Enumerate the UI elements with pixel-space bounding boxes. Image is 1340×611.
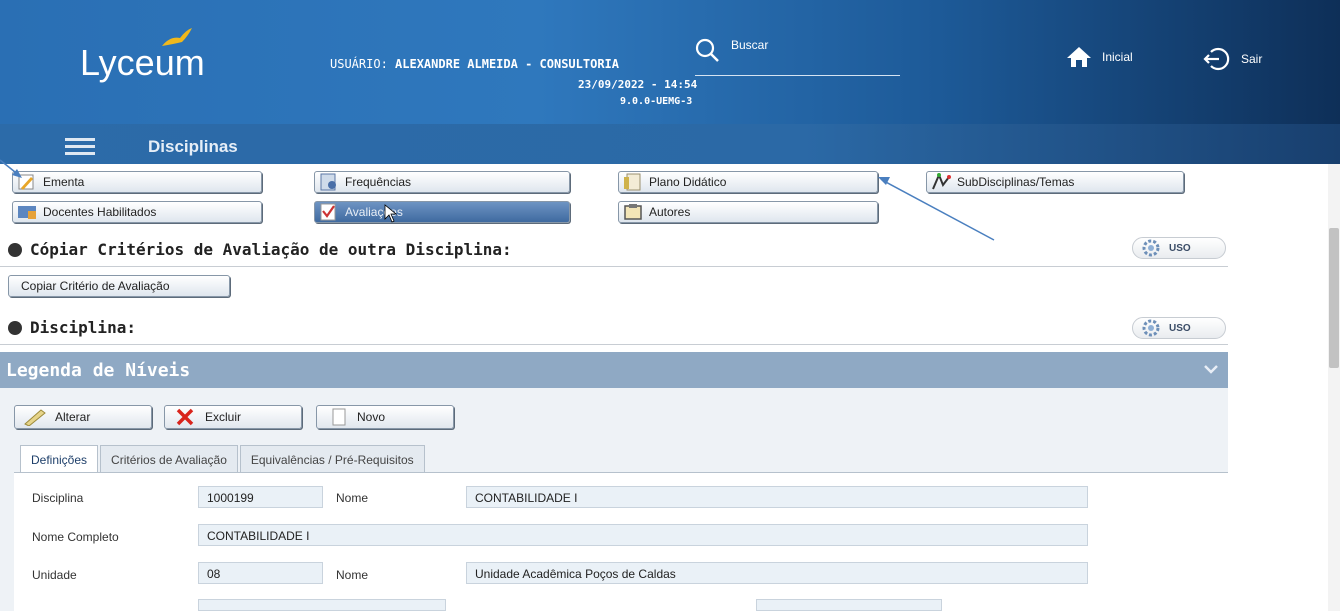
plano-didatico-button[interactable]: Plano Didático	[618, 171, 878, 193]
page-title: Disciplinas	[148, 137, 238, 156]
unidade-field[interactable]: 08	[198, 562, 323, 584]
frequencias-button[interactable]: Frequências	[314, 171, 570, 193]
tab-bar: Definições Critérios de Avaliação Equiva…	[20, 445, 427, 473]
gear-icon	[1142, 319, 1160, 337]
nome-completo-label: Nome Completo	[32, 530, 119, 544]
plan-document-icon	[624, 173, 641, 191]
user-name: ALEXANDRE ALMEIDA - CONSULTORIA	[395, 57, 619, 71]
divider	[0, 344, 1228, 345]
home-icon	[1067, 47, 1091, 67]
section-bullet-icon	[8, 320, 22, 335]
session-datetime: 23/09/2022 - 14:54	[578, 78, 698, 91]
app-header: Lyceum USUÁRIO: ALEXANDRE ALMEIDA - CONS…	[0, 0, 1340, 124]
next-row-field[interactable]	[756, 599, 942, 611]
subdisciplinas-button[interactable]: SubDisciplinas/Temas	[926, 171, 1184, 193]
copiar-criterio-button[interactable]: Copiar Critério de Avaliação	[8, 275, 230, 297]
section-bullet-icon	[8, 242, 22, 257]
tab-equivalencias[interactable]: Equivalências / Pré-Requisitos	[239, 445, 425, 473]
frequencias-label: Frequências	[345, 175, 412, 189]
alterar-button[interactable]: Alterar	[14, 405, 152, 429]
uso-toggle-copiar[interactable]: USO	[1132, 237, 1226, 259]
subdisciplines-icon	[932, 173, 951, 190]
excluir-button[interactable]: Excluir	[164, 405, 302, 429]
uso-label: USO	[1169, 242, 1191, 254]
search-label[interactable]: Buscar	[731, 38, 768, 52]
ementa-button[interactable]: Ementa	[12, 171, 262, 193]
copiar-section-title: Cópiar Critérios de Avaliação de outra D…	[30, 240, 512, 259]
avaliacoes-button[interactable]: Avaliações	[314, 201, 570, 223]
search-box[interactable]: Buscar	[695, 36, 900, 76]
nome-completo-field[interactable]: CONTABILIDADE I	[198, 524, 1088, 546]
gear-icon	[1142, 239, 1160, 257]
divider	[0, 266, 1228, 267]
docentes-label: Docentes Habilitados	[43, 205, 157, 219]
nome-label: Nome	[336, 491, 369, 505]
scrollbar-thumb[interactable]	[1329, 228, 1339, 368]
exit-label[interactable]: Sair	[1241, 52, 1262, 66]
avaliacoes-label: Avaliações	[345, 205, 403, 219]
app-version: 9.0.0-UEMG-3	[620, 96, 693, 107]
chevron-down-icon[interactable]	[1204, 364, 1218, 374]
evaluation-icon	[320, 203, 336, 221]
disciplina-label: Disciplina	[32, 491, 84, 505]
novo-button[interactable]: Novo	[316, 405, 454, 429]
novo-label: Novo	[357, 410, 386, 424]
home-label[interactable]: Inicial	[1102, 50, 1133, 64]
search-icon[interactable]	[695, 38, 719, 62]
disciplina-field[interactable]: 1000199	[198, 486, 323, 508]
unidade-label: Unidade	[32, 568, 77, 582]
legenda-panel-header[interactable]: Legenda de Níveis	[0, 352, 1228, 388]
legenda-title: Legenda de Níveis	[6, 360, 191, 381]
attendance-icon	[320, 173, 336, 191]
nome-unidade-label: Nome	[336, 568, 369, 582]
plano-didatico-label: Plano Didático	[649, 175, 727, 189]
pencil-icon	[18, 174, 34, 190]
subdisciplinas-label: SubDisciplinas/Temas	[957, 175, 1075, 189]
bird-logo-icon	[162, 28, 192, 46]
lyceum-logo[interactable]: Lyceum	[80, 42, 205, 84]
delete-icon	[176, 408, 194, 426]
copiar-section-header: Cópiar Critérios de Avaliação de outra D…	[8, 240, 512, 259]
new-document-icon	[332, 408, 346, 426]
user-label: USUÁRIO:	[330, 57, 388, 71]
exit-link[interactable]: Sair	[1203, 46, 1262, 72]
home-link[interactable]: Inicial	[1066, 46, 1133, 68]
nome-field[interactable]: CONTABILIDADE I	[466, 486, 1088, 508]
ementa-label: Ementa	[43, 175, 85, 189]
docentes-button[interactable]: Docentes Habilitados	[12, 201, 262, 223]
uso-toggle-disciplina[interactable]: USO	[1132, 317, 1226, 339]
uso-label: USO	[1169, 322, 1191, 334]
edit-icon	[24, 409, 46, 426]
tab-definicoes[interactable]: Definições	[20, 445, 99, 473]
hamburger-menu-icon[interactable]	[65, 138, 95, 155]
autores-label: Autores	[649, 205, 691, 219]
disciplina-section-title: Disciplina:	[30, 318, 136, 337]
teachers-icon	[18, 206, 36, 219]
next-row-field[interactable]	[198, 599, 446, 611]
logout-icon	[1203, 47, 1230, 71]
tab-criterios-avaliacao[interactable]: Critérios de Avaliação	[100, 445, 238, 473]
nome-unidade-field[interactable]: Unidade Acadêmica Poços de Caldas	[466, 562, 1088, 584]
alterar-label: Alterar	[55, 410, 91, 424]
user-info: USUÁRIO: ALEXANDRE ALMEIDA - CONSULTORIA	[330, 57, 619, 71]
disciplina-section-header: Disciplina:	[8, 318, 136, 337]
excluir-label: Excluir	[205, 410, 242, 424]
autores-button[interactable]: Autores	[618, 201, 878, 223]
authors-icon	[624, 204, 642, 220]
